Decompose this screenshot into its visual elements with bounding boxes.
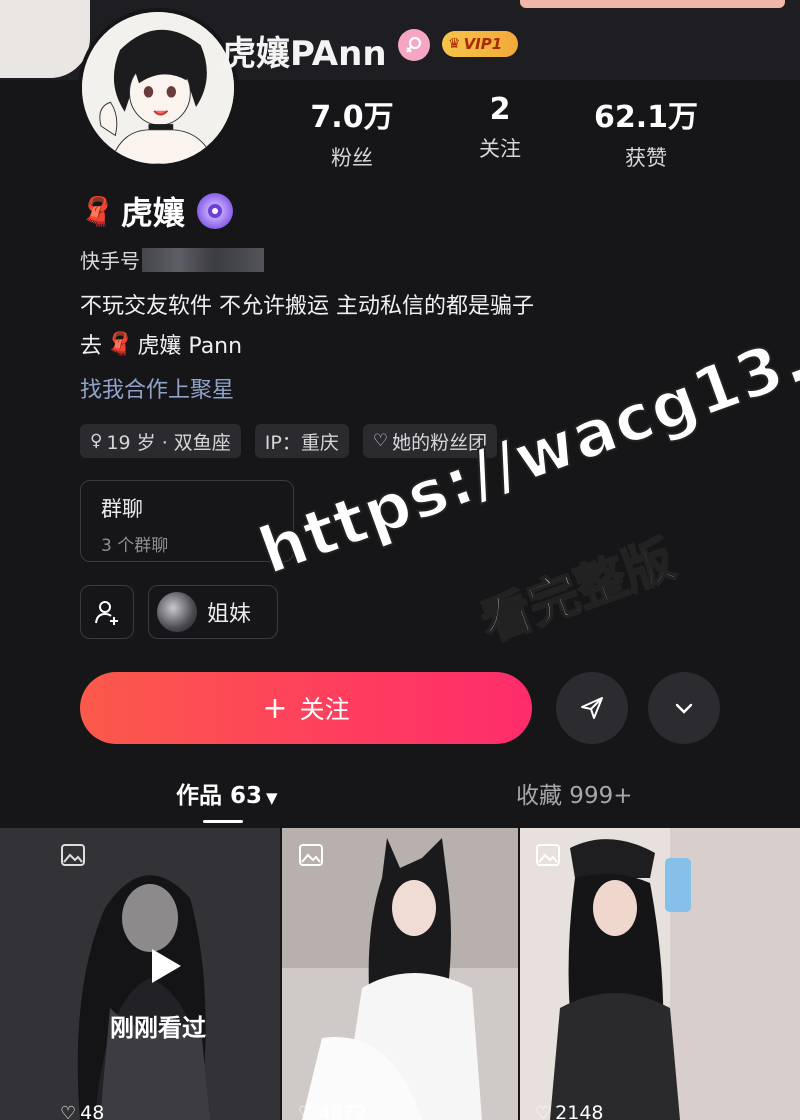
heart-icon: ♡	[372, 431, 389, 451]
followers-count: 7.0万	[310, 100, 394, 135]
heart-icon: ♡	[60, 1102, 77, 1120]
tab-favorites[interactable]: 收藏 999+	[516, 776, 632, 810]
active-tab-indicator	[203, 820, 243, 823]
crown-icon: ♛	[448, 36, 461, 52]
sister-account-button[interactable]: 姐妹	[148, 585, 278, 639]
stat-followers[interactable]: 7.0万 粉丝	[282, 92, 422, 172]
nickname: 虎孃	[120, 194, 185, 232]
chevron-down-icon	[675, 703, 693, 714]
send-icon	[581, 697, 603, 719]
like-count-value: 4872	[318, 1102, 367, 1120]
sister-avatar	[157, 592, 197, 632]
bio-linked-account[interactable]: 虎孃 Pann	[137, 328, 242, 360]
tag-age: ♀ 19 岁 · 双鱼座	[80, 424, 241, 458]
following-count: 2	[489, 92, 511, 127]
heart-icon: ♡	[298, 1102, 315, 1120]
stat-following[interactable]: 2 关注	[430, 92, 570, 163]
vip-badge[interactable]: ♛ VIP1	[442, 31, 518, 57]
like-count: ♡ 48	[60, 1102, 104, 1120]
followers-label: 粉丝	[331, 146, 373, 170]
sister-label: 姐妹	[207, 602, 252, 627]
cover-image-right	[520, 0, 785, 8]
tag-age-text: 19 岁 · 双鱼座	[106, 431, 231, 454]
caret-down-icon: ▼	[266, 789, 278, 807]
stat-likes[interactable]: 62.1万 获赞	[576, 92, 716, 172]
image-icon	[61, 844, 85, 866]
female-icon: ♀	[90, 431, 103, 451]
like-count-value: 48	[80, 1102, 105, 1120]
tab-works[interactable]: 作品 63 ▼	[176, 776, 278, 810]
share-button[interactable]	[556, 672, 628, 744]
level-badge-icon[interactable]	[196, 193, 233, 229]
cooperation-link[interactable]: 找我合作上聚星	[80, 372, 234, 404]
username-header: 虎孃PAnn	[222, 34, 387, 74]
following-label: 关注	[479, 137, 521, 161]
like-count-value: 2148	[555, 1102, 604, 1120]
add-friend-button[interactable]	[80, 585, 134, 639]
like-count: ♡ 2148	[535, 1102, 604, 1120]
follow-button[interactable]: + 关注	[80, 672, 532, 744]
scarf-icon: 🧣	[80, 194, 115, 228]
image-icon	[299, 844, 323, 866]
bio-prefix: 去	[80, 334, 103, 359]
likes-count: 62.1万	[593, 100, 699, 135]
recently-watched-label: 刚刚看过	[110, 1014, 206, 1042]
likes-label: 获赞	[625, 146, 667, 170]
group-chat-subtitle: 3 个群聊	[101, 536, 169, 556]
vip-label: VIP1	[463, 35, 503, 53]
image-icon	[536, 844, 560, 866]
kuaishou-id-label: 快手号	[80, 249, 140, 273]
like-count: ♡ 4872	[298, 1102, 367, 1120]
works-grid	[0, 828, 800, 1120]
watermark-text: 看完整版	[473, 529, 683, 654]
follow-label: 关注	[299, 695, 350, 724]
tag-ip: IP：重庆	[254, 424, 349, 458]
bio-line-2: 去 🧣 虎孃 Pann	[80, 328, 242, 360]
plus-icon: +	[262, 690, 288, 726]
group-chat-title: 群聊	[101, 497, 143, 521]
heart-icon: ♡	[535, 1102, 552, 1120]
play-icon[interactable]	[148, 946, 184, 986]
bio-line-1: 不玩交友软件 不允许搬运 主动私信的都是骗子	[80, 294, 534, 319]
profile-avatar[interactable]	[78, 8, 238, 168]
work-thumbnail[interactable]	[282, 828, 518, 1120]
tag-ip-text: IP：重庆	[264, 431, 339, 454]
work-thumbnail[interactable]	[0, 828, 280, 1120]
kuaishou-id-redacted	[142, 247, 264, 272]
kuaishou-id: 快手号	[80, 245, 264, 274]
tab-works-label: 作品 63	[176, 783, 263, 809]
scarf-icon: 🧣	[106, 331, 134, 357]
work-thumbnail[interactable]	[520, 828, 800, 1120]
more-options-button[interactable]	[648, 672, 720, 744]
female-icon	[398, 29, 430, 61]
nickname-row: 🧣 虎孃	[80, 188, 233, 234]
add-user-icon	[95, 601, 118, 625]
cover-image-left	[0, 0, 90, 78]
